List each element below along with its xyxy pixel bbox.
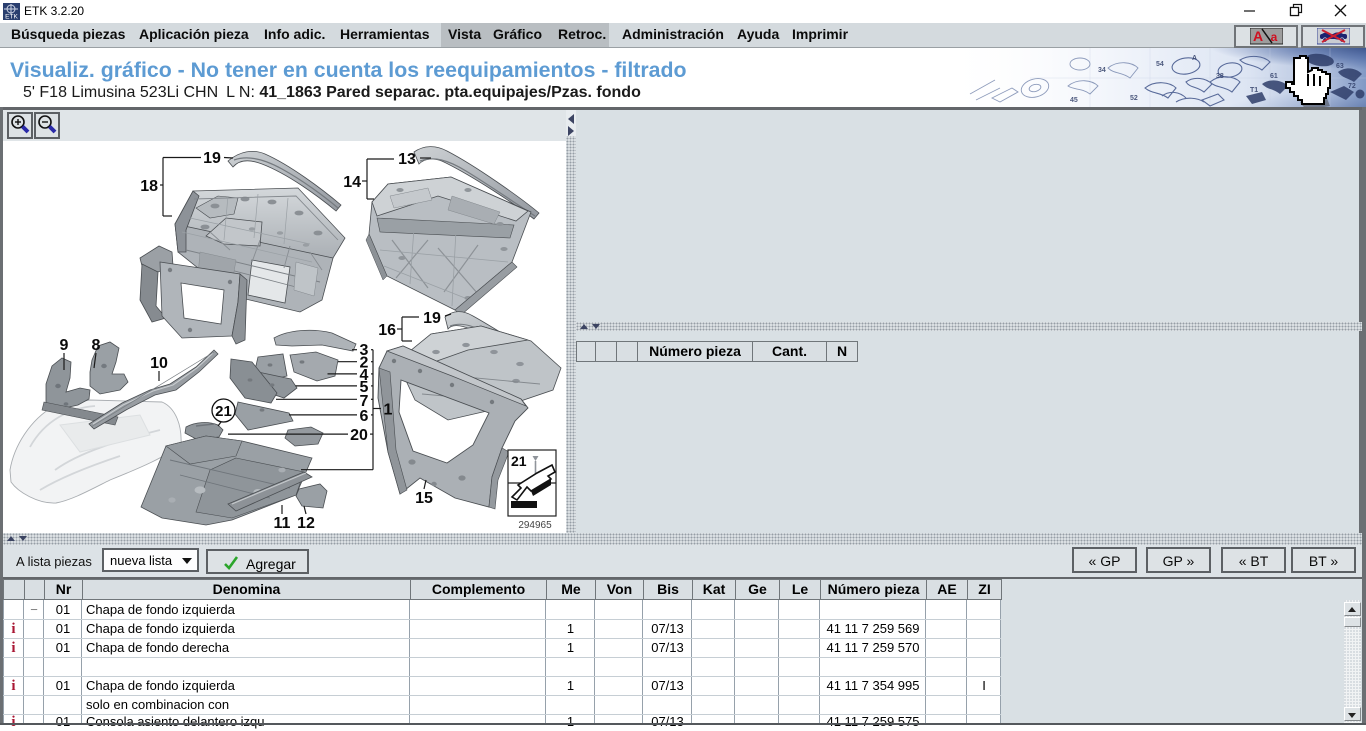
svg-text:18: 18	[140, 178, 158, 195]
svg-text:21: 21	[215, 403, 232, 420]
svg-text:38: 38	[1216, 73, 1224, 80]
svg-text:13: 13	[398, 151, 416, 168]
svg-text:20: 20	[350, 427, 368, 444]
svg-text:16: 16	[378, 322, 396, 339]
svg-text:9: 9	[60, 337, 69, 354]
svg-text:54: 54	[1156, 61, 1164, 68]
svg-text:8: 8	[92, 337, 101, 354]
svg-text:A: A	[1192, 55, 1197, 62]
svg-text:12: 12	[297, 515, 315, 532]
svg-text:19: 19	[203, 150, 221, 167]
svg-text:45: 45	[1070, 97, 1078, 104]
svg-text:21: 21	[511, 453, 527, 469]
svg-text:ETK: ETK	[5, 14, 18, 21]
svg-text:14: 14	[343, 174, 361, 191]
svg-text:34: 34	[1098, 67, 1106, 74]
svg-text:52: 52	[1130, 95, 1138, 102]
svg-text:6: 6	[360, 408, 369, 425]
svg-text:1: 1	[384, 402, 393, 419]
svg-text:61: 61	[1270, 73, 1278, 80]
svg-text:63: 63	[1336, 63, 1344, 70]
svg-text:T1: T1	[1250, 87, 1258, 94]
svg-text:72: 72	[1348, 83, 1356, 90]
svg-text:11: 11	[274, 515, 291, 532]
svg-text:10: 10	[150, 355, 168, 372]
svg-text:19: 19	[423, 310, 441, 327]
svg-text:15: 15	[415, 490, 433, 507]
svg-text:A: A	[1253, 28, 1263, 44]
svg-text:294965: 294965	[518, 520, 552, 531]
